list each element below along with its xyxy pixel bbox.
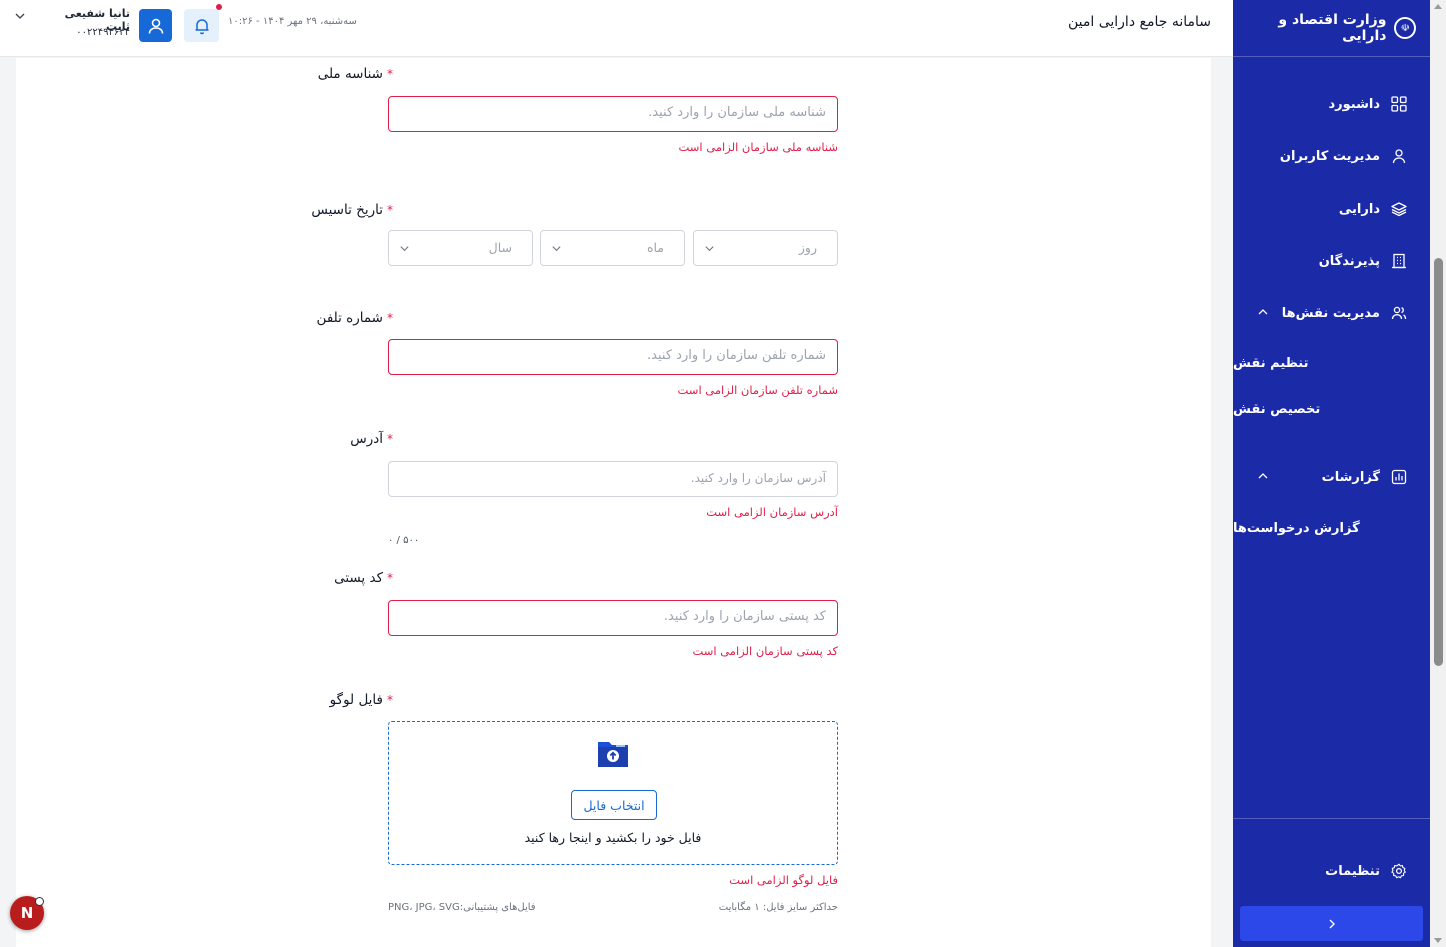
founding-date-label-text: تاریخ تاسیس: [311, 202, 383, 218]
month-placeholder: ماه: [646, 240, 664, 255]
sidebar-item-label: مدیریت نقش‌ها: [1281, 305, 1380, 321]
chevron-down-icon: [705, 246, 714, 252]
national-id-label-text: شناسه ملی: [317, 66, 383, 82]
chevron-down-icon[interactable]: [14, 10, 26, 22]
month-select[interactable]: ماه: [540, 230, 685, 266]
notification-dot: [216, 4, 222, 10]
phone-label: * شماره تلفن: [317, 310, 393, 326]
user-icon: [1390, 147, 1408, 165]
bell-icon: [195, 18, 208, 34]
address-char-counter: ۰ / ۵۰۰: [388, 535, 420, 546]
layers-icon: [1390, 200, 1408, 218]
chevron-right-icon: [1329, 919, 1335, 928]
phone-label-text: شماره تلفن: [316, 310, 383, 326]
phone-input[interactable]: شماره تلفن سازمان را وارد کنید.: [388, 339, 838, 375]
gear-icon: [1390, 862, 1408, 880]
system-title: سامانه جامع دارایی امین: [1068, 14, 1211, 30]
user-icon: [148, 18, 163, 34]
address-placeholder: آدرس سازمان را وارد کنید.: [690, 471, 826, 485]
phone-error: شماره تلفن سازمان الزامی است: [677, 383, 838, 397]
report-icon: [1390, 468, 1408, 486]
day-select[interactable]: روز: [693, 230, 838, 266]
sidebar-item-label: مدیریت کاربران: [1279, 148, 1380, 164]
scrollbar-thumb[interactable]: [1434, 258, 1443, 666]
address-input[interactable]: آدرس سازمان را وارد کنید.: [388, 461, 838, 497]
chevron-up-icon[interactable]: [1257, 470, 1269, 482]
user-code: ۰۰۲۲۴۹۴۶۳۴: [76, 27, 130, 38]
address-error: آدرس سازمان الزامی است: [706, 505, 838, 519]
max-file-size: حداکثر سایز فایل: ۱ مگابایت: [718, 902, 838, 913]
postal-code-input[interactable]: کد پستی سازمان را وارد کنید.: [388, 600, 838, 636]
required-mark: *: [387, 203, 393, 217]
sidebar-item-settings[interactable]: تنظیمات: [1233, 856, 1430, 886]
required-mark: *: [387, 693, 393, 707]
sidebar-subitem-requests-report[interactable]: گزارش درخواست‌ها: [1233, 515, 1430, 541]
top-header: تانیا شفیعی ثابت ۰۰۲۲۴۹۴۶۳۴ سه‌شنبه، ۲۹ …: [0, 0, 1233, 57]
building-icon: [1390, 252, 1408, 270]
sidebar: وزارت اقتصاد و دارایی ☫ داشبورد مدیریت ک…: [1233, 0, 1430, 947]
users-icon: [1390, 304, 1408, 322]
sidebar-subitem-assign-role[interactable]: تخصیص نقش: [1233, 396, 1430, 422]
sidebar-subitem-set-role[interactable]: تنظیم نقش: [1233, 350, 1430, 376]
sidebar-item-dashboard[interactable]: داشبورد: [1233, 89, 1430, 119]
user-avatar[interactable]: [139, 9, 172, 42]
sidebar-item-reports[interactable]: گزارشات: [1233, 462, 1430, 492]
sidebar-item-assets[interactable]: دارایی: [1233, 194, 1430, 224]
sidebar-item-label: گزارشات: [1321, 469, 1380, 485]
logo-label: * فایل لوگو: [330, 692, 393, 708]
sidebar-item-label: دارایی: [1338, 201, 1380, 217]
required-mark: *: [387, 432, 393, 446]
sidebar-item-acceptors[interactable]: پذیرندگان: [1233, 246, 1430, 276]
national-id-placeholder: شناسه ملی سازمان را وارد کنید.: [648, 105, 826, 120]
folder-upload-icon: [598, 742, 628, 767]
page-scrollbar[interactable]: [1430, 0, 1446, 947]
postal-code-label: * کد پستی: [334, 570, 393, 586]
logo-label-text: فایل لوگو: [329, 692, 383, 708]
founding-date-label: * تاریخ تاسیس: [311, 202, 393, 218]
required-mark: *: [387, 311, 393, 325]
sidebar-item-label: داشبورد: [1328, 96, 1380, 112]
choose-file-button[interactable]: انتخاب فایل: [571, 790, 657, 820]
required-mark: *: [387, 67, 393, 81]
sidebar-collapse-button[interactable]: [1240, 906, 1423, 941]
sidebar-header: وزارت اقتصاد و دارایی ☫: [1233, 0, 1430, 57]
required-mark: *: [387, 571, 393, 585]
current-datetime: سه‌شنبه، ۲۹ مهر ۱۴۰۴ - ۱۰:۲۶: [228, 16, 357, 27]
badge-indicator: [35, 897, 44, 906]
address-label-text: آدرس: [350, 431, 383, 447]
chevron-down-icon: [400, 246, 409, 252]
scroll-down-arrow[interactable]: [1434, 938, 1442, 943]
postal-code-placeholder: کد پستی سازمان را وارد کنید.: [663, 609, 826, 624]
national-id-input[interactable]: شناسه ملی سازمان را وارد کنید.: [388, 96, 838, 132]
supported-formats: فایل‌های پشتیبانی:PNG، JPG، SVG: [388, 902, 536, 913]
emblem-icon: ☫: [1394, 17, 1416, 39]
chevron-down-icon: [552, 246, 561, 252]
sidebar-divider: [1233, 818, 1430, 819]
sidebar-item-roles[interactable]: مدیریت نقش‌ها: [1233, 298, 1430, 328]
sidebar-item-users[interactable]: مدیریت کاربران: [1233, 141, 1430, 171]
address-label: * آدرس: [350, 431, 393, 447]
national-id-error: شناسه ملی سازمان الزامی است: [678, 140, 839, 154]
form-panel: * شناسه ملی شناسه ملی سازمان را وارد کنید…: [16, 58, 1211, 947]
postal-code-error: کد پستی سازمان الزامی است: [692, 644, 838, 658]
ministry-name: وزارت اقتصاد و دارایی: [1278, 12, 1387, 44]
phone-placeholder: شماره تلفن سازمان را وارد کنید.: [647, 348, 826, 363]
logo-error: فایل لوگو الزامی است: [729, 873, 838, 887]
sidebar-item-label: پذیرندگان: [1318, 253, 1380, 269]
postal-code-label-text: کد پستی: [334, 570, 383, 586]
day-placeholder: روز: [798, 240, 817, 255]
logo-dropzone[interactable]: انتخاب فایل فایل خود را بکشید و اینجا ره…: [388, 721, 838, 865]
notifications-button[interactable]: [184, 9, 219, 42]
year-placeholder: سال: [488, 240, 512, 255]
grid-icon: [1390, 95, 1408, 113]
sidebar-item-label: تنظیمات: [1325, 863, 1380, 879]
year-select[interactable]: سال: [388, 230, 533, 266]
scroll-up-arrow[interactable]: [1434, 4, 1442, 9]
national-id-label: * شناسه ملی: [318, 66, 393, 82]
drag-drop-text: فایل خود را بکشید و اینجا رها کنید: [524, 830, 702, 845]
chevron-up-icon[interactable]: [1257, 306, 1269, 318]
